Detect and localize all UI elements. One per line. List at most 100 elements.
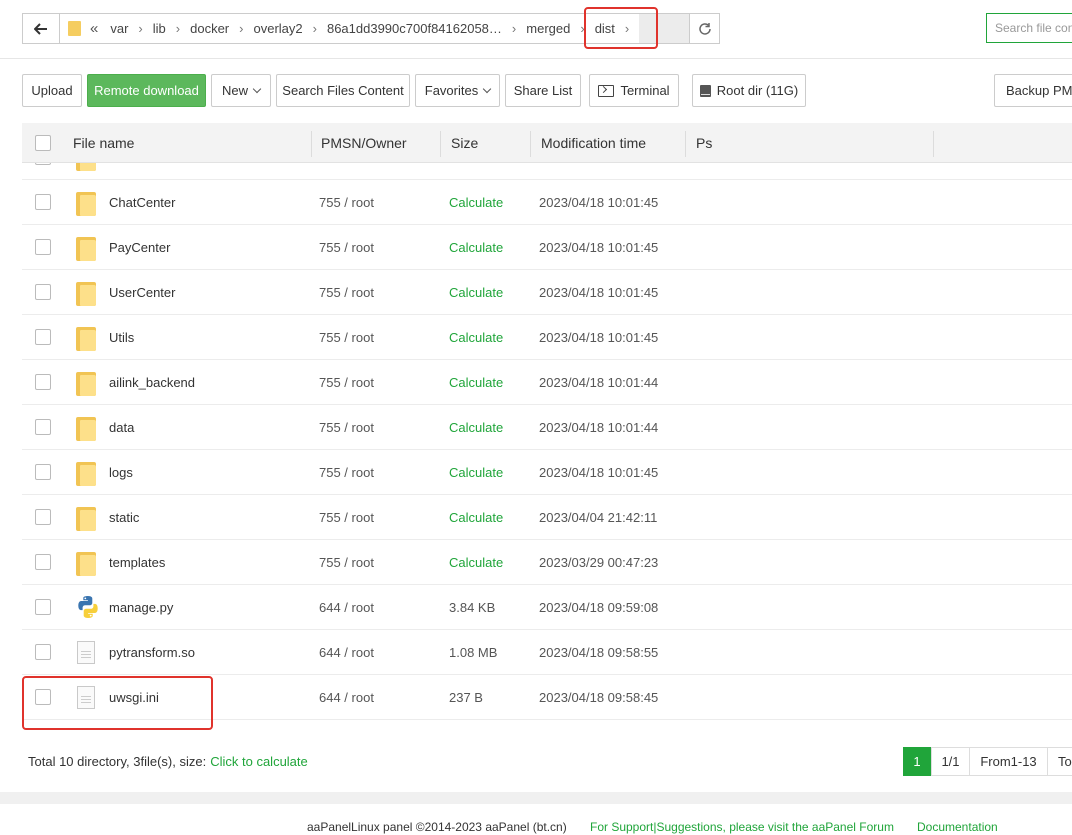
file-owner[interactable]: 755 / root — [319, 180, 374, 225]
file-owner[interactable]: 755 / root — [319, 163, 374, 180]
search-file-content-input[interactable]: Search file content — [986, 13, 1072, 43]
favorites-dropdown-button[interactable]: Favorites — [415, 74, 500, 107]
calculate-link[interactable]: Calculate — [449, 225, 503, 270]
table-row[interactable]: ChatCenter 755 / root Calculate 2023/04/18 … — [22, 180, 1072, 225]
file-owner[interactable]: 644 / root — [319, 675, 374, 720]
calculate-link[interactable]: Calculate — [449, 180, 503, 225]
page-1-button[interactable]: 1 — [903, 747, 931, 776]
table-row[interactable]: static 755 / root Calculate 2023/04/04 21:4… — [22, 495, 1072, 540]
support-link[interactable]: For Support|Suggestions, please visit th… — [590, 820, 894, 834]
page-to[interactable]: To — [1047, 747, 1072, 776]
calculate-link[interactable]: Calculate — [449, 315, 503, 360]
file-owner[interactable]: 755 / root — [319, 540, 374, 585]
breadcrumb: « var › lib › docker › overlay2 › 86a1dd… — [60, 14, 639, 43]
file-name[interactable]: templates — [109, 540, 165, 585]
collapse-path-button[interactable]: « — [90, 20, 98, 37]
file-name[interactable]: logs — [109, 450, 133, 495]
file-name[interactable]: PayCenter — [109, 225, 170, 270]
table-row[interactable]: templates 755 / root Calculate 2023/03/29 0… — [22, 540, 1072, 585]
row-checkbox[interactable] — [35, 644, 51, 660]
header-modification-time[interactable]: Modification time — [541, 123, 646, 163]
file-name[interactable]: ChatCenter — [109, 180, 175, 225]
table-row[interactable]: UserCenter 755 / root Calculate 2023/04/18 … — [22, 270, 1072, 315]
upload-button[interactable]: Upload — [22, 74, 82, 107]
table-row[interactable]: manage.py 644 / root 3.84 KB 2023/04/18 09:… — [22, 585, 1072, 630]
file-name[interactable]: static — [109, 495, 139, 540]
crumb-lib[interactable]: lib — [153, 21, 166, 36]
file-name[interactable]: UserCenter — [109, 270, 175, 315]
file-owner[interactable]: 755 / root — [319, 315, 374, 360]
new-dropdown-button[interactable]: New — [211, 74, 271, 107]
row-checkbox[interactable] — [35, 284, 51, 300]
file-name[interactable]: BaseCenter — [109, 163, 178, 180]
crumb-var[interactable]: var — [110, 21, 128, 36]
share-list-button[interactable]: Share List — [505, 74, 581, 107]
row-checkbox[interactable] — [35, 509, 51, 525]
file-name[interactable]: Utils — [109, 315, 134, 360]
file-owner[interactable]: 755 / root — [319, 450, 374, 495]
back-button[interactable] — [23, 14, 60, 43]
row-checkbox[interactable] — [35, 163, 51, 165]
calculate-link[interactable]: Calculate — [449, 450, 503, 495]
header-file-name[interactable]: File name — [73, 123, 134, 163]
refresh-button[interactable] — [689, 14, 719, 43]
chevron-down-icon — [482, 84, 492, 93]
file-size: 1.08 MB — [449, 645, 498, 660]
row-checkbox[interactable] — [35, 329, 51, 345]
calculate-link[interactable]: Calculate — [449, 163, 503, 180]
table-row[interactable]: Utils 755 / root Calculate 2023/04/18 10:01… — [22, 315, 1072, 360]
remote-download-button[interactable]: Remote download — [87, 74, 206, 107]
file-name[interactable]: pytransform.so — [109, 630, 195, 675]
calculate-link[interactable]: Calculate — [449, 270, 503, 315]
click-to-calculate-link[interactable]: Click to calculate — [210, 754, 308, 769]
select-all-checkbox[interactable] — [35, 135, 51, 151]
table-row[interactable]: PayCenter 755 / root Calculate 2023/04/18 1… — [22, 225, 1072, 270]
table-header: File name PMSN/Owner Size Modification t… — [22, 123, 1072, 163]
file-mtime: 2023/04/18 10:01:45 — [539, 195, 659, 210]
row-checkbox[interactable] — [35, 374, 51, 390]
divider — [0, 58, 1072, 59]
crumb-layer-id[interactable]: 86a1dd3990c700f84162058… — [327, 21, 502, 36]
row-checkbox[interactable] — [35, 194, 51, 210]
crumb-docker[interactable]: docker — [190, 21, 229, 36]
file-owner[interactable]: 755 / root — [319, 270, 374, 315]
search-files-content-button[interactable]: Search Files Content — [276, 74, 410, 107]
file-owner[interactable]: 755 / root — [319, 225, 374, 270]
file-mtime: 2023/04/04 21:42:11 — [539, 510, 658, 525]
remote-download-label: Remote download — [94, 83, 199, 98]
root-dir-button[interactable]: Root dir (11G) — [692, 74, 806, 107]
calculate-link[interactable]: Calculate — [449, 540, 503, 585]
header-owner[interactable]: PMSN/Owner — [321, 123, 407, 163]
row-checkbox[interactable] — [35, 464, 51, 480]
file-owner[interactable]: 644 / root — [319, 585, 374, 630]
file-owner[interactable]: 755 / root — [319, 405, 374, 450]
file-name[interactable]: data — [109, 405, 134, 450]
crumb-overlay2[interactable]: overlay2 — [253, 21, 302, 36]
chevron-right-icon: › — [138, 21, 143, 36]
table-row[interactable]: logs 755 / root Calculate 2023/04/18 10:01:… — [22, 450, 1072, 495]
column-divider — [685, 131, 686, 157]
crumb-merged[interactable]: merged — [526, 21, 570, 36]
documentation-link[interactable]: Documentation — [917, 820, 998, 834]
terminal-button[interactable]: Terminal — [589, 74, 679, 107]
backup-button[interactable]: Backup PMS — [994, 74, 1072, 107]
file-owner[interactable]: 644 / root — [319, 630, 374, 675]
table-row[interactable]: pytransform.so 644 / root 1.08 MB 2023/04/1… — [22, 630, 1072, 675]
file-name[interactable]: manage.py — [109, 585, 173, 630]
header-ps: Ps — [696, 135, 713, 151]
table-row[interactable]: ailink_backend 755 / root Calculate 2023/04… — [22, 360, 1072, 405]
file-owner[interactable]: 755 / root — [319, 495, 374, 540]
file-name[interactable]: ailink_backend — [109, 360, 195, 405]
header-size[interactable]: Size — [451, 123, 478, 163]
row-checkbox[interactable] — [35, 554, 51, 570]
file-mtime: 2023/04/18 10:01:45 — [539, 330, 659, 345]
calculate-link[interactable]: Calculate — [449, 360, 503, 405]
table-row-partial[interactable]: BaseCenter 755 / root Calculate 2023/04/… — [22, 163, 1072, 180]
file-owner[interactable]: 755 / root — [319, 360, 374, 405]
calculate-link[interactable]: Calculate — [449, 495, 503, 540]
table-row[interactable]: data 755 / root Calculate 2023/04/18 10:01:… — [22, 405, 1072, 450]
row-checkbox[interactable] — [35, 599, 51, 615]
calculate-link[interactable]: Calculate — [449, 405, 503, 450]
row-checkbox[interactable] — [35, 239, 51, 255]
row-checkbox[interactable] — [35, 419, 51, 435]
